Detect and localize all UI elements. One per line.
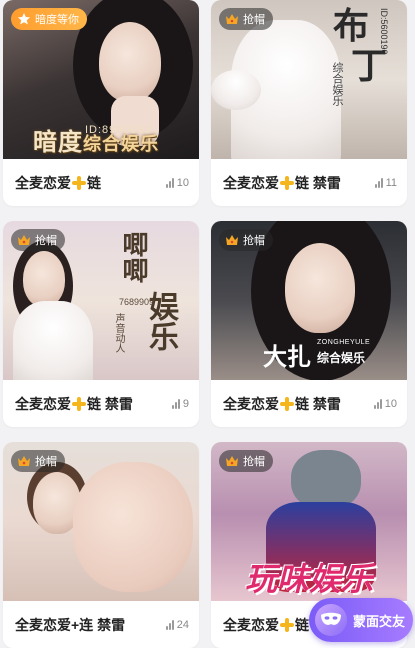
room-title: 全麦恋爱链 禁雷 bbox=[15, 395, 133, 412]
star-icon bbox=[18, 13, 30, 25]
crown-icon bbox=[18, 456, 30, 466]
room-cover-brand: 玩味娱乐 bbox=[245, 561, 374, 597]
room-cover-subtitle: 声音动人 bbox=[113, 313, 124, 353]
room-online-count: 9 bbox=[171, 398, 189, 410]
room-info-row: 全麦恋爱链 禁雷 9 bbox=[3, 380, 199, 427]
room-info-row: 全麦恋爱+连 禁雷 24 bbox=[3, 601, 199, 648]
crown-icon bbox=[18, 235, 30, 245]
room-badge-label: 抢帽 bbox=[243, 14, 265, 26]
room-cover-subtitle: 综合娱乐 bbox=[331, 62, 343, 106]
room-cover-en: ZONGHEYULE bbox=[317, 339, 371, 346]
gold-cross-icon bbox=[72, 175, 86, 190]
gold-cross-icon bbox=[72, 396, 86, 411]
room-info-row: 全麦恋爱链 禁雷 10 bbox=[211, 380, 407, 427]
room-cover-id: 7689909 bbox=[119, 297, 155, 307]
room-online-count: 11 bbox=[374, 177, 397, 189]
room-title: 全麦恋爱链 bbox=[15, 174, 101, 191]
room-grid: 暗度综合娱乐 ID:8990003 暗度等你 全麦恋爱链 10 布 丁 综合娱乐… bbox=[0, 0, 415, 648]
room-badge[interactable]: 抢帽 bbox=[11, 229, 65, 251]
room-badge-label: 抢帽 bbox=[243, 456, 265, 468]
mask-icon bbox=[315, 604, 347, 636]
room-cover-brand: 唧唧 bbox=[119, 231, 149, 283]
room-online-count: 24 bbox=[165, 619, 189, 631]
room-online-count: 10 bbox=[165, 177, 189, 189]
gold-cross-icon bbox=[280, 175, 294, 190]
signal-bars-icon bbox=[171, 398, 180, 409]
room-cover-subtitle: 综合娱乐 bbox=[317, 351, 366, 365]
mascot-head bbox=[291, 450, 361, 510]
room-title: 全麦恋爱链 bbox=[223, 616, 309, 633]
room-card[interactable]: 暗度综合娱乐 ID:8990003 暗度等你 全麦恋爱链 10 bbox=[3, 0, 199, 206]
room-info-row: 全麦恋爱链 禁雷 11 bbox=[211, 159, 407, 206]
room-title: 全麦恋爱链 禁雷 bbox=[223, 174, 341, 191]
room-card[interactable]: 大扎 ZONGHEYULE 综合娱乐 抢帽 全麦恋爱链 禁雷 10 bbox=[211, 221, 407, 427]
room-badge-label: 抢帽 bbox=[35, 456, 57, 468]
crown-icon bbox=[226, 235, 238, 245]
room-badge-label: 暗度等你 bbox=[35, 14, 79, 26]
room-badge[interactable]: 暗度等你 bbox=[11, 8, 87, 30]
room-card[interactable]: 布 丁 综合娱乐 ID:5600190 抢帽 全麦恋爱链 禁雷 11 bbox=[211, 0, 407, 206]
room-online-count: 10 bbox=[373, 398, 397, 410]
signal-bars-icon bbox=[373, 398, 382, 409]
gold-cross-icon bbox=[280, 617, 294, 632]
room-card[interactable]: 唧唧 娱乐 7689909 声音动人 抢帽 全麦恋爱链 禁雷 9 bbox=[3, 221, 199, 427]
room-cover-id: ID:5600190 bbox=[379, 8, 389, 55]
room-cover-brand: 布 bbox=[333, 5, 370, 47]
room-badge-label: 抢帽 bbox=[35, 235, 57, 247]
room-badge[interactable]: 抢帽 bbox=[219, 8, 273, 30]
gold-cross-icon bbox=[280, 396, 294, 411]
room-title: 全麦恋爱链 禁雷 bbox=[223, 395, 341, 412]
room-card[interactable]: 抢帽 全麦恋爱+连 禁雷 24 bbox=[3, 442, 199, 648]
room-badge-label: 抢帽 bbox=[243, 235, 265, 247]
signal-bars-icon bbox=[374, 177, 383, 188]
crown-icon bbox=[226, 456, 238, 466]
room-info-row: 全麦恋爱链 10 bbox=[3, 159, 199, 206]
room-badge[interactable]: 抢帽 bbox=[11, 450, 65, 472]
room-badge[interactable]: 抢帽 bbox=[219, 450, 273, 472]
masked-dating-button[interactable]: 蒙面交友 bbox=[309, 598, 413, 642]
masked-dating-label: 蒙面交友 bbox=[353, 613, 406, 629]
signal-bars-icon bbox=[165, 177, 174, 188]
room-badge[interactable]: 抢帽 bbox=[219, 229, 273, 251]
room-cover-brand: 大扎 bbox=[263, 344, 311, 371]
signal-bars-icon bbox=[165, 619, 174, 630]
room-cover-id: ID:8990003 bbox=[85, 124, 152, 136]
room-title: 全麦恋爱+连 禁雷 bbox=[15, 616, 126, 633]
crown-icon bbox=[226, 14, 238, 24]
